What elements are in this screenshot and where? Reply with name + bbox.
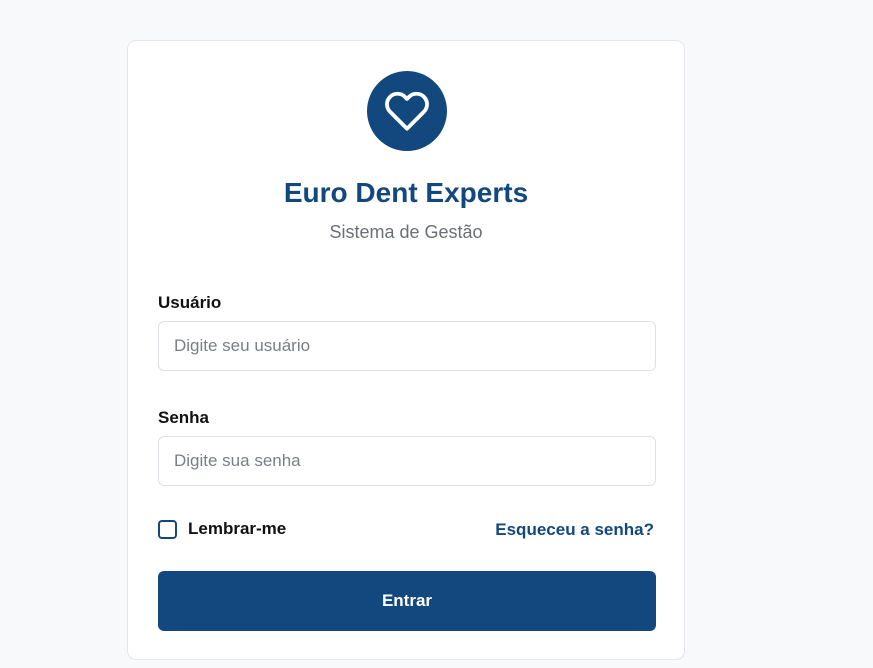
forgot-password-link[interactable]: Esqueceu a senha?	[495, 519, 654, 541]
logo-badge	[367, 71, 447, 151]
login-button[interactable]: Entrar	[158, 571, 656, 631]
app-title: Euro Dent Experts	[283, 177, 529, 208]
remember-me-checkbox[interactable]	[158, 519, 177, 539]
password-input[interactable]	[158, 436, 656, 486]
login-card: Euro Dent Experts Sistema de Gestão Usuá…	[127, 40, 685, 660]
app-subtitle: Sistema de Gestão	[329, 222, 483, 242]
password-label: Senha	[158, 408, 210, 427]
remember-me-control[interactable]: Lembrar-me	[158, 518, 286, 540]
username-input[interactable]	[158, 321, 656, 371]
username-label: Usuário	[158, 293, 222, 312]
heart-icon	[385, 91, 429, 131]
remember-me-label: Lembrar-me	[188, 519, 287, 538]
